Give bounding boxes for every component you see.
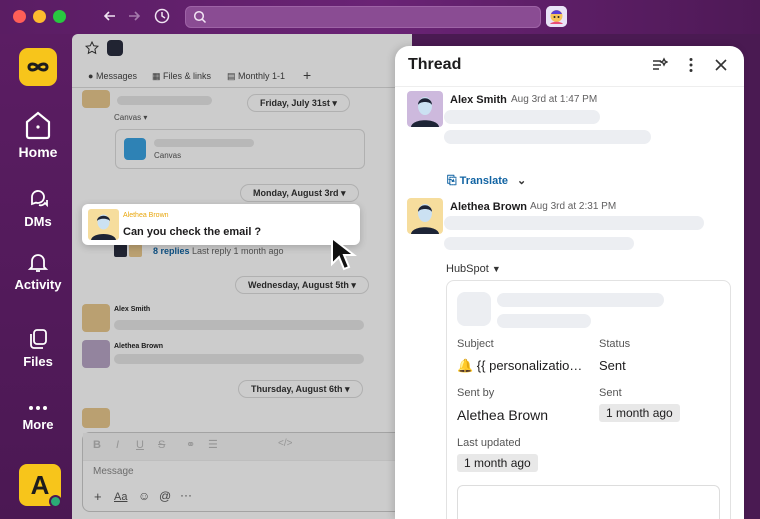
translate-label: Translate bbox=[459, 175, 508, 187]
message-author[interactable]: Alethea Brown bbox=[123, 212, 169, 219]
rail-home[interactable]: Home bbox=[0, 109, 76, 160]
bell-icon bbox=[27, 254, 49, 272]
message-author[interactable]: Alex Smith bbox=[450, 94, 507, 106]
card-content-box[interactable] bbox=[457, 485, 720, 519]
message-author[interactable]: Alethea Brown bbox=[450, 201, 527, 213]
rail-dms-label: DMs bbox=[24, 214, 52, 229]
ai-summary-icon[interactable] bbox=[650, 56, 668, 74]
subject-value: 🔔 {{ personalizatio… bbox=[457, 358, 583, 373]
placeholder-text bbox=[444, 216, 704, 230]
rail-activity[interactable]: Activity bbox=[0, 250, 76, 292]
message-avatar[interactable] bbox=[407, 91, 443, 127]
thread-panel: Thread Alex Smith Aug 3rd at 1:47 PM ⎘ T… bbox=[395, 46, 744, 519]
app-name: HubSpot bbox=[446, 263, 489, 275]
caret-down-icon: ▼ bbox=[491, 264, 501, 274]
workspace-logo[interactable] bbox=[19, 48, 57, 86]
close-icon[interactable] bbox=[712, 56, 730, 74]
rail-files[interactable]: Files bbox=[0, 327, 76, 369]
highlighted-message[interactable]: Alethea Brown Can you check the email ? bbox=[82, 204, 360, 245]
placeholder-text bbox=[444, 130, 651, 144]
dms-icon bbox=[31, 190, 48, 208]
forward-arrow-icon[interactable] bbox=[127, 9, 141, 23]
card-logo-placeholder bbox=[457, 292, 491, 326]
files-icon bbox=[30, 329, 47, 349]
help-assistant-button[interactable] bbox=[546, 6, 567, 27]
rail-dms[interactable]: DMs bbox=[0, 187, 76, 229]
rail-files-label: Files bbox=[23, 354, 53, 369]
sent-by-label: Sent by bbox=[457, 387, 495, 399]
status-value: Sent bbox=[599, 358, 626, 373]
placeholder-text bbox=[497, 293, 664, 307]
rail-more[interactable]: More bbox=[0, 402, 76, 432]
message-avatar[interactable] bbox=[407, 198, 443, 234]
home-icon bbox=[25, 111, 51, 140]
message-avatar bbox=[88, 209, 119, 240]
last-updated-badge: 1 month ago bbox=[457, 454, 538, 472]
message-timestamp[interactable]: Aug 3rd at 1:47 PM bbox=[511, 94, 597, 105]
channel-view: ● Messages ▦ Files & links ▤ Monthly 1-1… bbox=[72, 34, 412, 519]
rail-home-label: Home bbox=[18, 144, 58, 160]
sent-by-value: Alethea Brown bbox=[457, 407, 549, 423]
person-avatar-icon bbox=[411, 97, 439, 127]
more-vertical-icon[interactable] bbox=[682, 56, 700, 74]
close-window-button[interactable] bbox=[13, 10, 26, 23]
rail-more-label: More bbox=[22, 417, 54, 432]
minimize-window-button[interactable] bbox=[33, 10, 46, 23]
message-text: Can you check the email ? bbox=[123, 226, 262, 238]
last-updated-label: Last updated bbox=[457, 437, 521, 449]
person-avatar-icon bbox=[91, 214, 116, 240]
translate-icon: ⎘ bbox=[447, 173, 457, 187]
search-input[interactable] bbox=[185, 6, 541, 28]
rail-activity-label: Activity bbox=[14, 277, 62, 292]
back-arrow-icon[interactable] bbox=[103, 9, 117, 23]
chevron-down-icon: ⌄ bbox=[517, 175, 527, 187]
person-avatar-icon bbox=[411, 204, 439, 234]
placeholder-text bbox=[497, 314, 591, 328]
app-attribution[interactable]: HubSpot ▼ bbox=[446, 263, 501, 275]
thread-header-divider bbox=[395, 86, 744, 87]
sent-timestamp-badge: 1 month ago bbox=[599, 404, 680, 422]
infinity-logo-icon bbox=[27, 62, 49, 72]
mouse-cursor-icon bbox=[331, 236, 357, 271]
assistant-icon bbox=[546, 6, 567, 27]
search-icon bbox=[193, 10, 207, 24]
status-label: Status bbox=[599, 338, 631, 350]
placeholder-text bbox=[444, 110, 600, 124]
hubspot-email-card: Subject 🔔 {{ personalizatio… Status Sent… bbox=[446, 280, 731, 519]
modal-dim-overlay bbox=[72, 34, 412, 519]
zoom-window-button[interactable] bbox=[53, 10, 66, 23]
message-timestamp[interactable]: Aug 3rd at 2:31 PM bbox=[530, 201, 616, 212]
workspace-rail: Home DMs Activity Files More A bbox=[0, 34, 76, 519]
more-icon bbox=[29, 406, 47, 410]
subject-label: Subject bbox=[457, 338, 494, 350]
history-clock-icon[interactable] bbox=[154, 8, 170, 24]
thread-title: Thread bbox=[408, 56, 462, 73]
translate-button[interactable]: ⎘ Translate ⌄ bbox=[447, 173, 526, 188]
placeholder-text bbox=[444, 237, 634, 250]
title-bar bbox=[0, 0, 760, 34]
presence-indicator bbox=[49, 495, 62, 508]
sent-label: Sent bbox=[599, 387, 622, 399]
